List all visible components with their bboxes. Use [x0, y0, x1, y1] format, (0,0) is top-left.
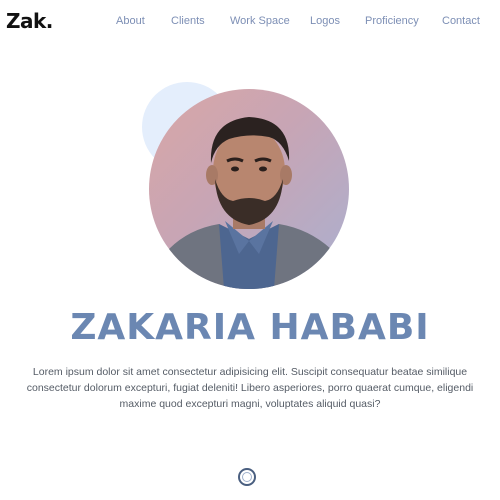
- scroll-down-icon[interactable]: [238, 468, 256, 486]
- nav-item-logos[interactable]: Logos: [310, 15, 340, 27]
- hero-bio: Lorem ipsum dolor sit amet consectetur a…: [26, 366, 474, 410]
- profile-photo: [159, 117, 339, 289]
- avatar: [149, 89, 349, 289]
- nav-item-about[interactable]: About: [116, 15, 145, 27]
- hero-name: ZAKARIA HABABI: [70, 307, 430, 348]
- nav-item-contact[interactable]: Contact: [442, 15, 480, 27]
- nav-item-clients[interactable]: Clients: [171, 15, 205, 27]
- main-nav: About Clients Work Space Logos Proficien…: [0, 15, 500, 31]
- nav-item-proficiency[interactable]: Proficiency: [365, 15, 419, 27]
- nav-item-work-space[interactable]: Work Space: [230, 15, 290, 27]
